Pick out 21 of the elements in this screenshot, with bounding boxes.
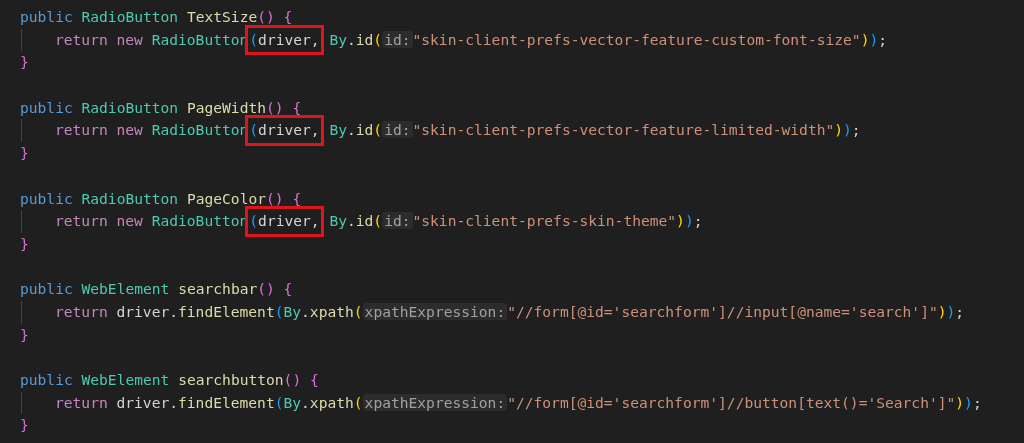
code-text: By.id(id:"skin-client-prefs-skin-theme")); — [328, 211, 703, 232]
highlight-box: (driver, — [248, 27, 321, 53]
code-text: public RadioButton PageColor() { — [20, 188, 302, 209]
code-text: return driver.findElement(By.xpath(xpathExpression:"//form[@id='searchform']//input[@name='search']")); — [55, 301, 965, 322]
code-text: By.id(id:"skin-client-prefs-vector-feature-custom-font-size")); — [328, 29, 887, 50]
code-text: return driver.findElement(By.xpath(xpathExpression:"//form[@id='searchform']//button[text()='Search']")); — [55, 392, 982, 413]
code-text: return new RadioButton — [55, 29, 249, 50]
code-text: By.id(id:"skin-client-prefs-vector-feature-limited-width")); — [328, 120, 861, 141]
code-text: public RadioButton TextSize() { — [20, 7, 293, 27]
code-text: } — [20, 233, 29, 254]
code-text: public WebElement searchbar() { — [20, 279, 293, 300]
code-text: return new RadioButton — [55, 211, 249, 232]
code-text: return new RadioButton — [55, 120, 249, 141]
code-text: } — [20, 415, 29, 436]
code-text: } — [20, 52, 29, 73]
highlight-box: (driver, — [248, 118, 321, 144]
code-text: } — [20, 143, 29, 164]
code-text: public WebElement searchbutton() { — [20, 370, 319, 390]
highlight-box: (driver, — [248, 209, 321, 234]
code-text: public RadioButton PageWidth() { — [20, 97, 302, 118]
code-text: } — [20, 324, 29, 345]
